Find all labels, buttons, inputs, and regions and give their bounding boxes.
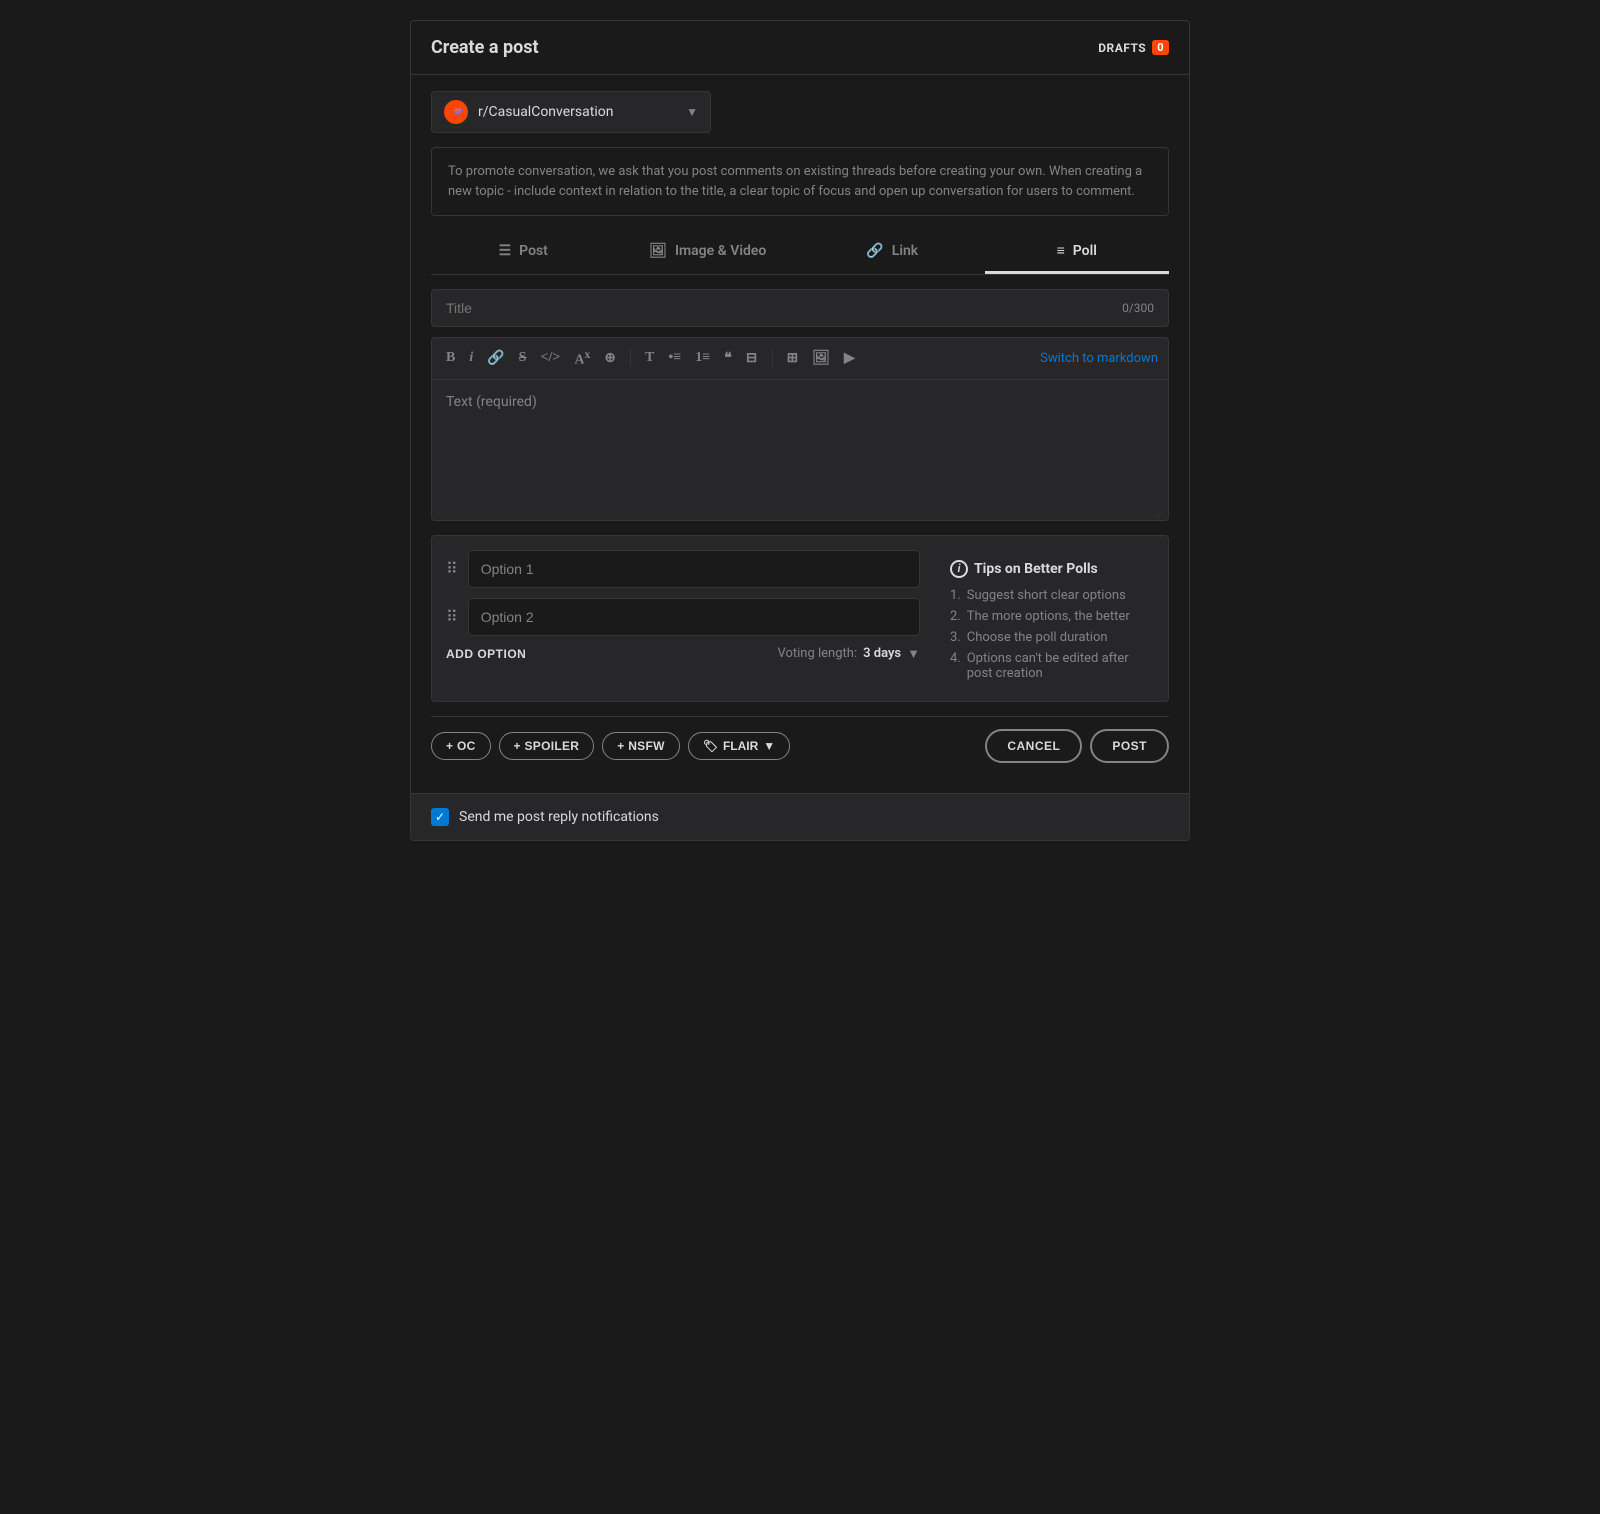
chevron-down-icon: ▼	[686, 105, 698, 119]
toolbar-divider-2	[772, 349, 773, 367]
poll-icon: ≡	[1057, 242, 1065, 259]
svg-text:👾: 👾	[452, 106, 464, 118]
flair-chevron-icon: ▼	[763, 739, 775, 753]
voting-length: Voting length: 3 days ▼	[777, 646, 920, 662]
poll-options-area: ⠿ ⠿ ADD OPTION Voting length: 3 days ▼	[431, 535, 1169, 702]
tab-post-label: Post	[519, 243, 548, 259]
voting-length-label: Voting length:	[777, 646, 857, 661]
right-actions: CANCEL POST	[985, 729, 1169, 763]
flair-button[interactable]: 🏷 FLAIR ▼	[688, 732, 790, 760]
notification-checkbox[interactable]: ✓	[431, 808, 449, 826]
tip-3: 3. Choose the poll duration	[950, 630, 1154, 645]
tip-4-text: Options can't be edited after post creat…	[967, 651, 1154, 681]
tab-image-label: Image & Video	[675, 243, 766, 259]
bold-button[interactable]: B	[442, 348, 459, 368]
tip-1-text: Suggest short clear options	[967, 588, 1126, 603]
quote-button[interactable]: ❝	[720, 348, 736, 369]
tab-poll[interactable]: ≡ Poll	[985, 230, 1170, 274]
voting-dropdown-icon[interactable]: ▼	[907, 646, 920, 662]
superscript-button[interactable]: Ax	[570, 346, 594, 371]
tips-title: i Tips on Better Polls	[950, 560, 1154, 578]
nsfw-button[interactable]: + NSFW	[602, 732, 679, 760]
modal-header: Create a post DRAFTS 0	[411, 21, 1189, 75]
tip-1: 1. Suggest short clear options	[950, 588, 1154, 603]
tips-list: 1. Suggest short clear options 2. The mo…	[950, 588, 1154, 681]
image-icon: 🖼	[649, 243, 667, 259]
video-upload-button[interactable]: ▶	[840, 348, 859, 369]
poll-options-row: ⠿ ⠿ ADD OPTION Voting length: 3 days ▼	[446, 550, 1154, 687]
resize-handle[interactable]: ⌟	[1154, 506, 1164, 516]
tab-poll-label: Poll	[1073, 243, 1097, 259]
code-button[interactable]: </>	[536, 348, 564, 368]
image-upload-button[interactable]: 🖼	[808, 348, 834, 369]
drag-handle-2[interactable]: ⠿	[446, 607, 458, 626]
poll-options-left: ⠿ ⠿ ADD OPTION Voting length: 3 days ▼	[446, 550, 920, 662]
subreddit-selector[interactable]: 👾 r/CasualConversation ▼	[431, 91, 711, 133]
create-post-modal: Create a post DRAFTS 0 👾 r/CasualConvers…	[410, 20, 1190, 841]
link-icon: 🔗	[866, 243, 883, 259]
tab-bar: ☰ Post 🖼 Image & Video 🔗 Link ≡ Poll	[431, 230, 1169, 275]
tips-box: i Tips on Better Polls 1. Suggest short …	[934, 550, 1154, 687]
cancel-button[interactable]: CANCEL	[985, 729, 1082, 763]
editor-body[interactable]: Text (required) ⌟	[432, 380, 1168, 520]
option-1-input[interactable]	[468, 550, 920, 588]
title-count: 0/300	[1122, 301, 1154, 315]
notification-row: ✓ Send me post reply notifications	[411, 793, 1189, 840]
drafts-label: DRAFTS	[1098, 41, 1146, 55]
strikethrough-button[interactable]: S	[515, 348, 531, 368]
title-input[interactable]	[446, 300, 1122, 316]
tab-link-label: Link	[892, 243, 918, 259]
numbered-list-button[interactable]: 1≡	[691, 348, 714, 368]
modal-body: 👾 r/CasualConversation ▼ To promote conv…	[411, 75, 1189, 793]
subreddit-icon: 👾	[444, 100, 468, 124]
link-button[interactable]: 🔗	[483, 348, 508, 369]
tip-4: 4. Options can't be edited after post cr…	[950, 651, 1154, 681]
heading-button[interactable]: T	[641, 348, 658, 368]
tip-2: 2. The more options, the better	[950, 609, 1154, 624]
checkmark-icon: ✓	[435, 810, 445, 824]
tip-2-text: The more options, the better	[967, 609, 1130, 624]
table-button[interactable]: ⊞	[783, 348, 803, 369]
subreddit-name: r/CasualConversation	[478, 104, 676, 120]
notice-text: To promote conversation, we ask that you…	[448, 164, 1142, 199]
drafts-badge[interactable]: DRAFTS 0	[1098, 40, 1169, 55]
italic-button[interactable]: i	[465, 348, 477, 368]
post-icon: ☰	[499, 243, 512, 259]
flair-tag-icon: 🏷	[703, 739, 718, 753]
spoiler-button[interactable]: + SPOILER	[499, 732, 595, 760]
embed-button[interactable]: ⊟	[742, 348, 762, 369]
info-icon: i	[950, 560, 968, 578]
voting-days: 3 days	[863, 646, 901, 661]
switch-to-markdown[interactable]: Switch to markdown	[1040, 351, 1158, 366]
text-editor: B i 🔗 S </> Ax ⊕ T •≡ 1≡ ❝ ⊟ ⊞ 🖼 ▶ Switc…	[431, 337, 1169, 521]
action-row: + OC + SPOILER + NSFW 🏷 FLAIR ▼ CANCEL P…	[431, 716, 1169, 777]
tab-post[interactable]: ☰ Post	[431, 230, 616, 274]
notice-box: To promote conversation, we ask that you…	[431, 147, 1169, 216]
spoiler-toolbar-button[interactable]: ⊕	[600, 348, 620, 369]
bullet-list-button[interactable]: •≡	[664, 348, 685, 368]
drag-handle-1[interactable]: ⠿	[446, 559, 458, 578]
tab-link[interactable]: 🔗 Link	[800, 230, 985, 274]
add-option-button[interactable]: ADD OPTION	[446, 647, 526, 661]
editor-placeholder: Text (required)	[446, 394, 537, 410]
toolbar-divider-1	[630, 349, 631, 367]
title-input-wrap: 0/300	[431, 289, 1169, 327]
notification-label: Send me post reply notifications	[459, 809, 659, 825]
tab-image-video[interactable]: 🖼 Image & Video	[616, 230, 801, 274]
poll-footer: ADD OPTION Voting length: 3 days ▼	[446, 646, 920, 662]
post-button[interactable]: POST	[1090, 729, 1169, 763]
alien-icon: 👾	[448, 104, 464, 120]
flair-label: FLAIR	[723, 739, 758, 753]
poll-option-2: ⠿	[446, 598, 920, 636]
drafts-count: 0	[1152, 40, 1169, 55]
option-2-input[interactable]	[468, 598, 920, 636]
poll-option-1: ⠿	[446, 550, 920, 588]
editor-toolbar: B i 🔗 S </> Ax ⊕ T •≡ 1≡ ❝ ⊟ ⊞ 🖼 ▶ Switc…	[432, 338, 1168, 380]
tips-title-text: Tips on Better Polls	[974, 561, 1098, 577]
tip-3-text: Choose the poll duration	[967, 630, 1108, 645]
left-actions: + OC + SPOILER + NSFW 🏷 FLAIR ▼	[431, 732, 790, 760]
oc-button[interactable]: + OC	[431, 732, 491, 760]
modal-title: Create a post	[431, 37, 539, 58]
